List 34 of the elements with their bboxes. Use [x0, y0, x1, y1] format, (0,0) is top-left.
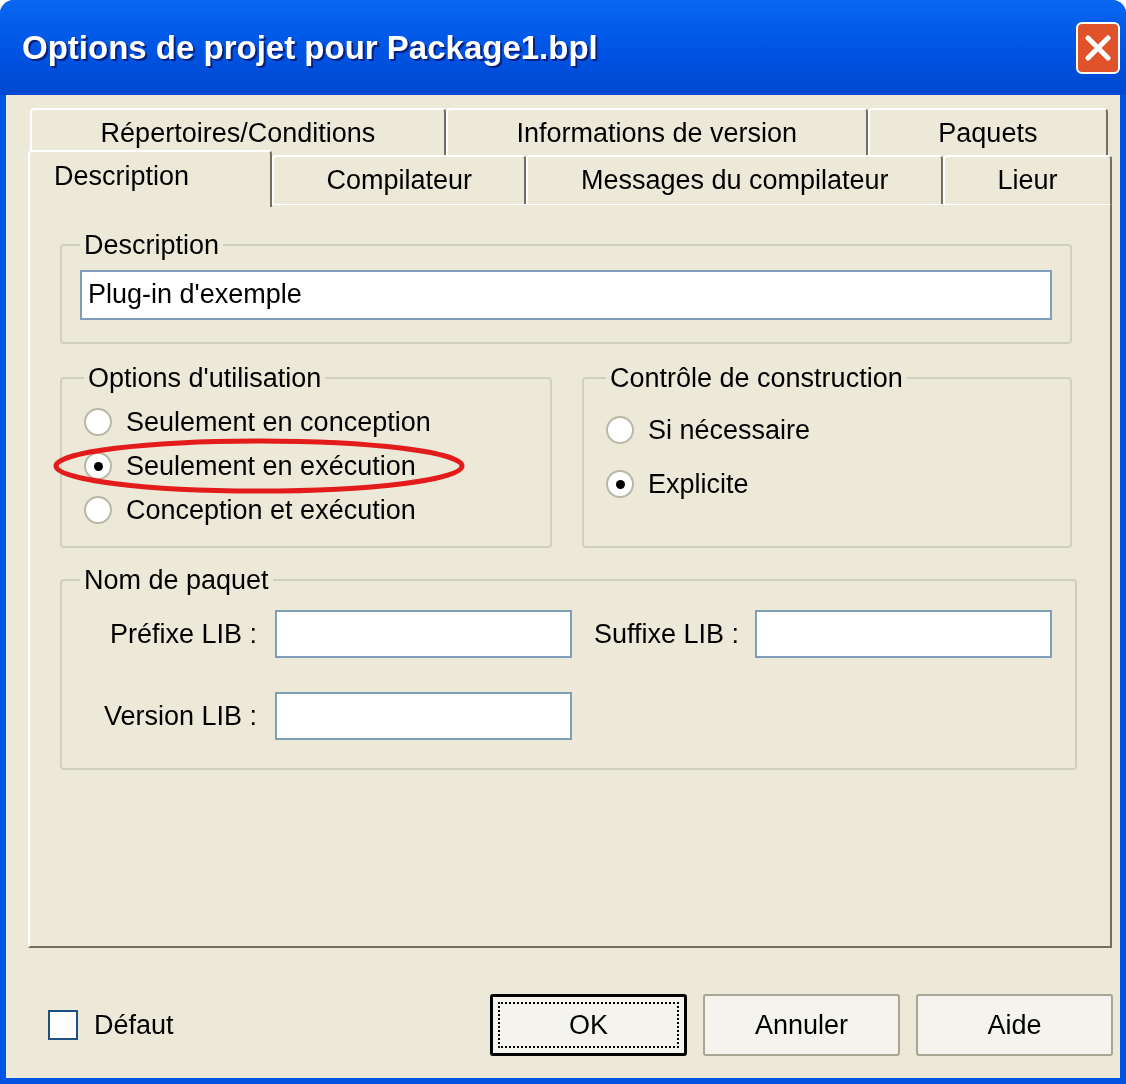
description-field[interactable]: Plug-in d'exemple	[80, 269, 1052, 320]
checkbox[interactable]	[48, 1010, 78, 1040]
suffix-field[interactable]	[755, 610, 1053, 658]
dialog-button[interactable]: Annuler	[703, 994, 900, 1056]
group-label: Contrôle de construction	[609, 361, 904, 395]
prefix-field[interactable]	[275, 610, 572, 658]
tab[interactable]: Description	[28, 150, 272, 207]
tab[interactable]: Paquets	[867, 108, 1108, 157]
radio-button[interactable]	[84, 408, 112, 436]
window-title: Options de projet pour Package1.bpl	[22, 27, 599, 68]
radio-label: Seulement en exécution	[126, 449, 416, 483]
tab[interactable]: Informations de version	[445, 108, 868, 157]
field-label: Version LIB :	[102, 699, 258, 733]
close-icon	[1085, 34, 1111, 61]
field-label: Préfixe LIB :	[108, 617, 258, 651]
version-field[interactable]	[275, 692, 572, 740]
tab[interactable]: Lieur	[943, 155, 1112, 204]
tab[interactable]: Messages du compilateur	[526, 155, 944, 204]
checkbox-label: Défaut	[94, 1008, 175, 1042]
radio-label: Explicite	[648, 467, 749, 501]
radio-button[interactable]	[84, 496, 112, 524]
dialog-button[interactable]: OK	[490, 994, 687, 1056]
group-label: Nom de paquet	[83, 563, 270, 597]
radio-button[interactable]	[606, 416, 634, 444]
radio-button[interactable]	[606, 470, 634, 498]
group-label: Description	[83, 229, 221, 262]
field-label: Suffixe LIB :	[594, 617, 741, 651]
close-button[interactable]	[1076, 21, 1120, 74]
dialog-button[interactable]: Aide	[916, 994, 1113, 1056]
tab[interactable]: Compilateur	[272, 155, 527, 204]
radio-label: Conception et exécution	[126, 493, 416, 527]
radio-label: Seulement en conception	[126, 405, 431, 439]
group-label: Options d'utilisation	[87, 361, 323, 395]
radio-label: Si nécessaire	[648, 413, 811, 447]
